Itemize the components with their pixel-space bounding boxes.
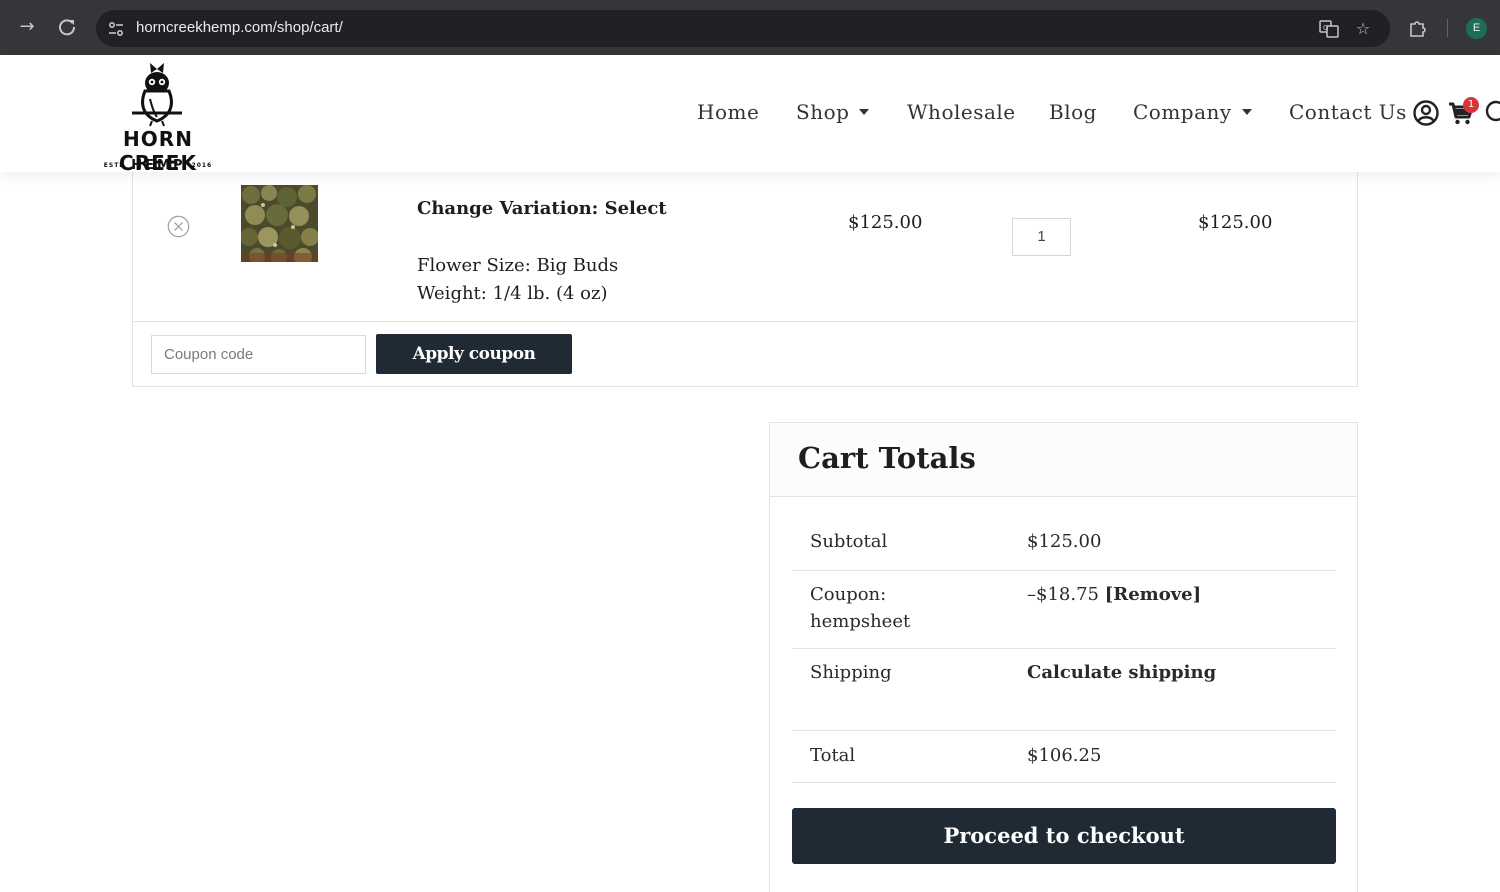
site-logo[interactable]: HORN CREEK ESTD HEMP 2016 [82, 63, 234, 175]
coupon-label-prefix: Coupon: [810, 584, 887, 605]
nav-contact[interactable]: Contact Us [1289, 100, 1407, 126]
coupon-code-input[interactable]: Coupon code [151, 335, 366, 374]
total-value: $106.25 [1027, 745, 1102, 766]
reload-icon[interactable] [54, 14, 80, 40]
forward-icon[interactable]: → [14, 14, 40, 40]
owl-logo-icon [132, 63, 182, 127]
brand-subline: ESTD HEMP 2016 [82, 155, 234, 174]
row-divider [133, 321, 1357, 322]
nav-shop-label: Shop [796, 100, 850, 124]
coupon-discount: –$18.75 [1027, 584, 1099, 605]
quantity-input[interactable]: 1 [1012, 218, 1071, 256]
remove-coupon-link[interactable]: [Remove] [1105, 584, 1201, 605]
translate-icon[interactable]: G [1318, 18, 1340, 40]
subtotal-label: Subtotal [810, 531, 888, 552]
bookmark-star-icon[interactable]: ☆ [1352, 18, 1374, 40]
url-text[interactable]: horncreekhemp.com/shop/cart/ [136, 19, 343, 36]
product-weight: Weight: 1/4 lb. (4 oz) [417, 283, 608, 304]
remove-item-icon[interactable] [167, 215, 190, 238]
nav-company[interactable]: Company [1133, 100, 1252, 126]
chevron-down-icon [859, 108, 870, 115]
total-row: Total $106.25 [792, 731, 1336, 783]
subtotal-row: Subtotal $125.00 [792, 519, 1336, 571]
brand-hemp: HEMP [131, 158, 186, 173]
extensions-icon[interactable] [1406, 16, 1430, 40]
brand-year: 2016 [191, 162, 213, 169]
product-flower-size: Flower Size: Big Buds [417, 255, 619, 276]
cart-totals-header: Cart Totals [770, 423, 1357, 497]
cart-totals: Cart Totals Subtotal $125.00 Coupon: hem… [769, 422, 1358, 892]
cart-totals-title: Cart Totals [798, 441, 976, 475]
search-icon[interactable] [1484, 99, 1500, 127]
subtotal-value: $125.00 [1027, 531, 1102, 552]
shipping-label: Shipping [810, 662, 892, 683]
browser-chrome: → horncreekhemp.com/shop/cart/ G ☆ E [0, 0, 1500, 55]
proceed-to-checkout-button[interactable]: Proceed to checkout [792, 808, 1336, 864]
toolbar-divider [1447, 19, 1448, 37]
nav-company-label: Company [1133, 100, 1232, 124]
address-bar[interactable]: horncreekhemp.com/shop/cart/ G ☆ [96, 10, 1390, 47]
total-label: Total [810, 745, 856, 766]
site-header: HORN CREEK ESTD HEMP 2016 Home Shop Wholes… [0, 55, 1500, 175]
brand-estd: ESTD [103, 162, 126, 169]
product-price: $125.00 [848, 212, 923, 233]
coupon-label: Coupon: hempsheet [810, 581, 910, 635]
nav-blog[interactable]: Blog [1049, 100, 1097, 126]
site-settings-icon[interactable] [106, 19, 126, 39]
product-subtotal: $125.00 [1198, 212, 1273, 233]
svg-text:G: G [1323, 24, 1328, 32]
cart-count-badge: 1 [1463, 97, 1479, 113]
shipping-row: Shipping Calculate shipping [792, 649, 1336, 731]
chevron-down-icon [1241, 108, 1252, 115]
product-thumbnail[interactable] [241, 185, 318, 262]
calculate-shipping-link[interactable]: Calculate shipping [1027, 659, 1216, 686]
coupon-row: Coupon: hempsheet –$18.75 [Remove] [792, 571, 1336, 649]
nav-shop[interactable]: Shop [796, 100, 870, 126]
nav-home[interactable]: Home [697, 100, 759, 126]
coupon-code-name: hempsheet [810, 611, 911, 632]
apply-coupon-button[interactable]: Apply coupon [376, 334, 572, 374]
coupon-value: –$18.75 [Remove] [1027, 581, 1201, 608]
account-icon[interactable] [1412, 99, 1440, 127]
profile-avatar[interactable]: E [1466, 18, 1487, 39]
cart-table: Change Variation: Select Flower Size: Bi… [132, 150, 1358, 387]
nav-wholesale[interactable]: Wholesale [907, 100, 1016, 126]
product-variation-title[interactable]: Change Variation: Select [417, 198, 667, 219]
